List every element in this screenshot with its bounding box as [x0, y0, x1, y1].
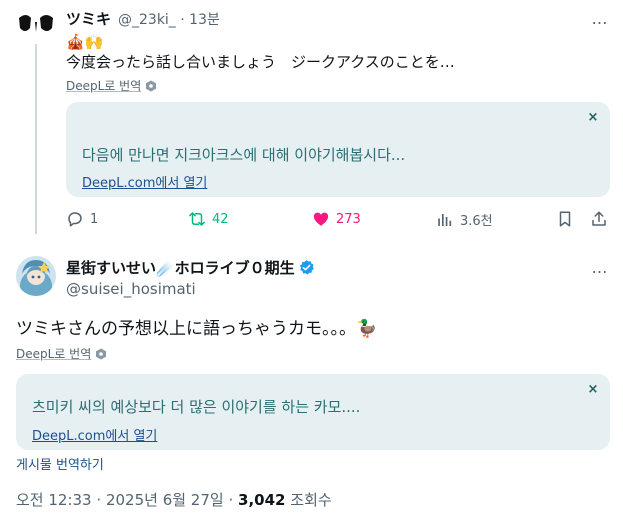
- footer-separator: ·: [96, 491, 102, 509]
- tweet-time[interactable]: 오전 12:33: [16, 491, 92, 509]
- deepl-logo-icon: [96, 348, 107, 359]
- tweet-footer: 오전 12:33 · 2025년 6월 27일 · 3,042 조회수: [16, 489, 332, 510]
- views-count: 3,042: [238, 491, 286, 509]
- handle[interactable]: @suisei_hosimati: [66, 280, 196, 298]
- translate-post-link[interactable]: 게시물 번역하기: [16, 454, 104, 473]
- deepl-logo-icon: [146, 80, 157, 91]
- display-name[interactable]: 星街すいせい☄️ホロライブ０期生: [66, 257, 315, 278]
- views-button[interactable]: 3.6천: [436, 210, 493, 229]
- translation-box: × 다음에 만나면 지크아크스에 대해 이야기해봅시다... DeepL.com…: [66, 102, 610, 197]
- translation-text: 츠미키 씨의 예상보다 더 많은 이야기를 하는 카모....: [32, 398, 361, 416]
- avatar-image: [19, 15, 53, 32]
- view-count: 3.6천: [460, 214, 493, 229]
- reply-count: 1: [90, 211, 99, 227]
- display-name-text: 星街すいせい☄️ホロライブ０期生: [66, 259, 295, 277]
- handle[interactable]: @_23ki_: [118, 12, 176, 28]
- more-options-icon[interactable]: …: [588, 11, 610, 27]
- translation-box: × 츠미키 씨의 예상보다 더 많은 이야기를 하는 카모.... DeepL.…: [16, 374, 610, 450]
- retweet-icon: [189, 212, 205, 226]
- retweet-button[interactable]: 42: [188, 210, 229, 228]
- retweet-count: 42: [212, 211, 229, 227]
- meta-separator: ·: [180, 12, 185, 28]
- share-button[interactable]: [590, 210, 608, 228]
- analytics-icon: [438, 213, 452, 226]
- avatar-tsumiki[interactable]: [16, 8, 56, 38]
- close-translation-icon[interactable]: ×: [586, 382, 600, 397]
- verified-badge-icon[interactable]: [298, 259, 315, 276]
- share-icon: [592, 211, 606, 226]
- bookmark-button[interactable]: [556, 210, 574, 228]
- tweet-text: 今度会ったら話し合いましょう ジークアクスのことを…: [66, 53, 455, 71]
- open-deepl-link[interactable]: DeepL.com에서 열기: [32, 425, 157, 444]
- tweet-text: ツミキさんの予想以上に語っちゃうカモ。。。🦆: [16, 319, 378, 339]
- tweet-date[interactable]: 2025년 6월 27일: [106, 491, 224, 509]
- emoji-line: 🎪🙌: [66, 33, 104, 51]
- avatar-suisei[interactable]: [16, 256, 56, 296]
- reply-button[interactable]: 1: [66, 210, 98, 228]
- deepl-translate-link[interactable]: DeepL로 번역: [16, 345, 107, 362]
- translation-text: 다음에 만나면 지크아크스에 대해 이야기해봅시다...: [82, 146, 406, 164]
- tweet-actions: 1 42 273 3.6천: [64, 210, 610, 234]
- views-label: 조회수: [290, 491, 332, 509]
- like-count: 273: [336, 211, 361, 227]
- reply-icon: [68, 212, 82, 227]
- display-name[interactable]: ツミキ: [66, 8, 111, 29]
- thread-connector-line: [35, 44, 37, 234]
- tweet-meta: @_23ki_ · 13분: [118, 9, 220, 29]
- deepl-translate-label: DeepL로 번역: [16, 347, 92, 361]
- deepl-translate-label: DeepL로 번역: [66, 79, 142, 93]
- avatar-image: [16, 256, 56, 296]
- heart-icon: [313, 212, 329, 226]
- deepl-translate-link[interactable]: DeepL로 번역: [66, 77, 157, 94]
- close-translation-icon[interactable]: ×: [586, 110, 600, 125]
- footer-separator: ·: [228, 491, 234, 509]
- timestamp[interactable]: 13분: [189, 12, 220, 28]
- open-deepl-link[interactable]: DeepL.com에서 열기: [82, 172, 207, 191]
- more-options-icon[interactable]: …: [588, 260, 610, 276]
- like-button[interactable]: 273: [312, 210, 361, 228]
- bookmark-icon: [559, 211, 571, 227]
